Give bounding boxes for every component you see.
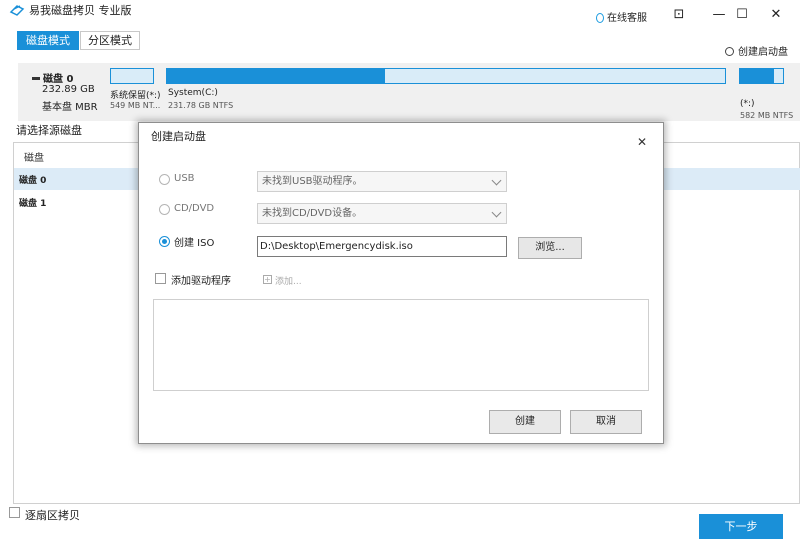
create-boot-disk-dialog: 创建启动盘 ✕ USB 未找到USB驱动程序。 CD/DVD 未找到CD/DVD…	[138, 122, 664, 444]
create-boot-disk-button[interactable]: 创建启动盘	[725, 43, 788, 58]
cd-dvd-device-select[interactable]: 未找到CD/DVD设备。	[257, 203, 507, 224]
disk-name: 磁盘 0	[32, 70, 73, 85]
cancel-button[interactable]: 取消	[570, 410, 642, 434]
partition-name: 系统保留(*:)	[110, 91, 161, 101]
cd-dvd-radio[interactable]	[159, 204, 170, 215]
partition-used-fill	[740, 69, 775, 83]
list-header-disk[interactable]: 磁盘	[24, 149, 44, 164]
partition-name: System(C:)	[168, 88, 218, 98]
usb-label: USB	[174, 173, 195, 184]
next-button[interactable]: 下一步	[699, 514, 783, 539]
cd-dvd-label: CD/DVD	[174, 203, 215, 214]
tab-partition-mode[interactable]: 分区模式	[80, 31, 140, 50]
sector-copy-checkbox[interactable]	[9, 507, 20, 518]
disk-size: 232.89 GB	[42, 84, 95, 95]
partition-bar-system-c[interactable]	[166, 68, 726, 84]
add-driver-button[interactable]: 添加...	[275, 274, 302, 287]
partition-info: 549 MB NT...	[110, 101, 161, 110]
app-title: 易我磁盘拷贝 专业版	[29, 4, 132, 17]
browse-button[interactable]: 浏览...	[518, 237, 582, 259]
online-support-link[interactable]: 在线客服	[596, 9, 647, 24]
add-driver-label: 添加驱动程序	[171, 276, 231, 287]
usb-radio[interactable]	[159, 174, 170, 185]
tab-disk-mode[interactable]: 磁盘模式	[17, 31, 79, 50]
sector-copy-label: 逐扇区拷贝	[25, 509, 80, 522]
app-logo-icon	[9, 5, 25, 16]
partition-info: 582 MB NTFS	[740, 111, 794, 120]
plus-icon: +	[263, 275, 272, 284]
close-window-button[interactable]: ✕	[763, 3, 789, 27]
iso-path-input[interactable]: D:\Desktop\Emergencydisk.iso	[257, 236, 507, 257]
partition-used-fill	[167, 69, 385, 83]
disk-type: 基本盘 MBR	[42, 102, 98, 113]
partition-bar-system-reserved[interactable]	[110, 68, 154, 84]
create-iso-radio[interactable]	[159, 236, 170, 247]
disk-icon	[32, 77, 40, 80]
create-iso-label: 创建 ISO	[174, 238, 215, 249]
source-disk-label: 请选择源磁盘	[16, 124, 82, 137]
partition-name: (*:)	[740, 99, 755, 109]
create-boot-disk-label: 创建启动盘	[738, 47, 788, 58]
create-button[interactable]: 创建	[489, 410, 561, 434]
chevron-down-icon	[491, 175, 502, 186]
support-icon	[596, 13, 604, 23]
close-icon[interactable]: ✕	[637, 136, 647, 148]
list-item[interactable]: 磁盘 1	[19, 196, 46, 209]
add-driver-checkbox[interactable]	[155, 273, 166, 284]
usb-device-select[interactable]: 未找到USB驱动程序。	[257, 171, 507, 192]
chevron-down-icon	[491, 207, 502, 218]
gear-icon	[725, 47, 734, 56]
list-item[interactable]: 磁盘 0	[19, 173, 46, 186]
driver-list[interactable]	[153, 299, 649, 391]
partition-bar-recovery[interactable]	[739, 68, 784, 84]
maximize-button[interactable]: ☐	[729, 3, 755, 27]
dialog-title: 创建启动盘	[151, 130, 206, 143]
support-label: 在线客服	[607, 13, 647, 24]
partition-info: 231.78 GB NTFS	[168, 101, 234, 110]
menu-button[interactable]: ⊡	[666, 3, 692, 27]
